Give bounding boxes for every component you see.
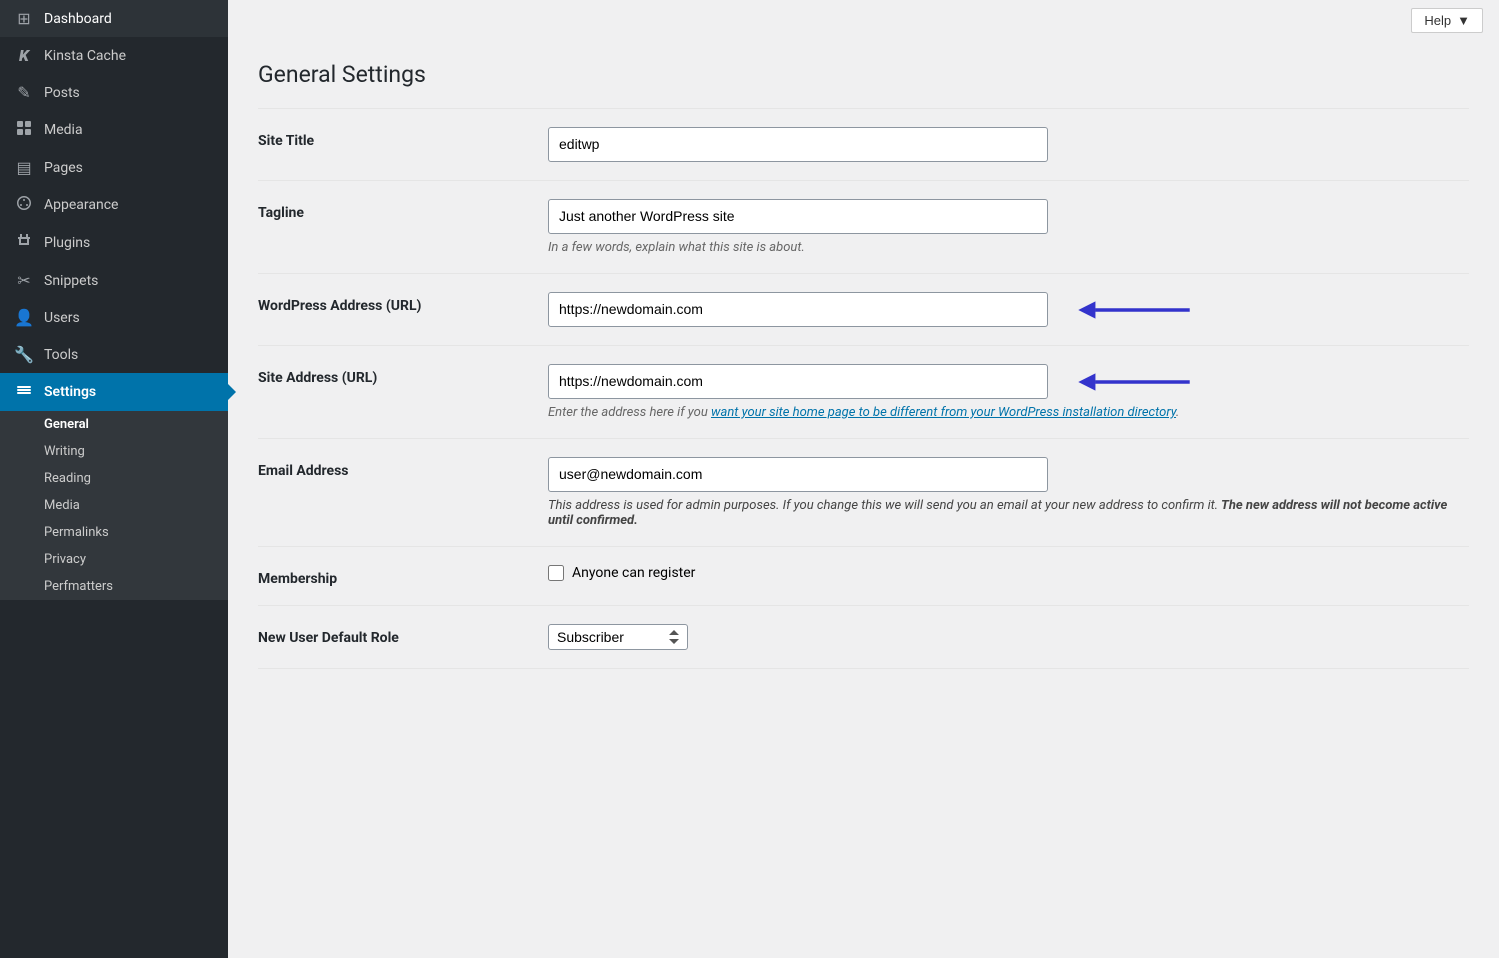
tagline-control: In a few words, explain what this site i…: [548, 199, 1469, 255]
email-help: This address is used for admin purposes.…: [548, 498, 1469, 528]
site-title-row: Site Title: [258, 108, 1469, 181]
sidebar-sub-item-media[interactable]: Media: [0, 492, 228, 519]
membership-checkbox-label: Anyone can register: [572, 565, 695, 581]
new-user-role-select[interactable]: Subscriber: [548, 624, 688, 650]
email-input[interactable]: [548, 457, 1048, 492]
snippets-icon: ✂: [14, 271, 34, 290]
media-icon: [14, 120, 34, 140]
sidebar-item-label: Dashboard: [44, 11, 112, 27]
membership-control: Anyone can register: [548, 565, 1469, 581]
pages-icon: ▤: [14, 158, 34, 177]
sidebar-item-users[interactable]: 👤 Users: [0, 299, 228, 336]
sidebar: ⊞ Dashboard K Kinsta Cache ✎ Posts Media…: [0, 0, 228, 958]
wp-address-label: WordPress Address (URL): [258, 292, 518, 314]
settings-content: General Settings Site Title Tagline In a…: [228, 41, 1499, 958]
sidebar-sub-item-perfmatters[interactable]: Perfmatters: [0, 573, 228, 600]
site-address-blue-arrow: [1074, 370, 1194, 394]
sidebar-item-dashboard[interactable]: ⊞ Dashboard: [0, 0, 228, 37]
sidebar-sub-item-privacy[interactable]: Privacy: [0, 546, 228, 573]
settings-icon: [14, 382, 34, 402]
wp-address-arrow-container: [548, 292, 1469, 327]
site-address-help-after: .: [1176, 405, 1179, 420]
sidebar-item-label: Settings: [44, 384, 96, 400]
sidebar-item-label: Tools: [44, 347, 78, 363]
sidebar-item-media[interactable]: Media: [0, 111, 228, 149]
sidebar-sub-item-reading[interactable]: Reading: [0, 465, 228, 492]
sidebar-item-appearance[interactable]: Appearance: [0, 186, 228, 224]
site-address-arrow-container: [548, 364, 1469, 399]
tools-icon: 🔧: [14, 345, 34, 364]
site-title-label: Site Title: [258, 127, 518, 149]
sidebar-item-label: Plugins: [44, 235, 90, 251]
site-address-input[interactable]: [548, 364, 1048, 399]
sidebar-item-label: Snippets: [44, 273, 98, 289]
appearance-icon: [14, 195, 34, 215]
sidebar-item-plugins[interactable]: Plugins: [0, 224, 228, 262]
wp-address-input[interactable]: [548, 292, 1048, 327]
new-user-role-label: New User Default Role: [258, 624, 518, 646]
membership-label: Membership: [258, 565, 518, 587]
help-label: Help: [1424, 13, 1451, 28]
dashboard-icon: ⊞: [14, 9, 34, 28]
site-address-row: Site Address (URL) Enter the address her…: [258, 346, 1469, 439]
email-help-normal: This address is used for admin purposes.…: [548, 498, 1218, 513]
tagline-label: Tagline: [258, 199, 518, 221]
sidebar-item-label: Media: [44, 122, 83, 138]
tagline-row: Tagline In a few words, explain what thi…: [258, 181, 1469, 274]
topbar: Help ▼: [228, 0, 1499, 41]
site-title-control: [548, 127, 1469, 162]
plugins-icon: [14, 233, 34, 253]
chevron-down-icon: ▼: [1457, 13, 1470, 28]
site-address-help-before: Enter the address here if you: [548, 405, 711, 420]
membership-row: Membership Anyone can register: [258, 547, 1469, 606]
sidebar-sub-item-permalinks[interactable]: Permalinks: [0, 519, 228, 546]
site-address-help-link[interactable]: want your site home page to be different…: [711, 405, 1176, 420]
page-title: General Settings: [258, 61, 1469, 88]
email-label: Email Address: [258, 457, 518, 479]
site-address-control: Enter the address here if you want your …: [548, 364, 1469, 420]
email-control: This address is used for admin purposes.…: [548, 457, 1469, 528]
sidebar-item-posts[interactable]: ✎ Posts: [0, 74, 228, 111]
membership-checkbox-row: Anyone can register: [548, 565, 1469, 581]
sidebar-item-kinsta-cache[interactable]: K Kinsta Cache: [0, 37, 228, 74]
tagline-input[interactable]: [548, 199, 1048, 234]
settings-form: Site Title Tagline In a few words, expla…: [258, 108, 1469, 669]
sidebar-item-pages[interactable]: ▤ Pages: [0, 149, 228, 186]
sidebar-item-settings[interactable]: Settings: [0, 373, 228, 411]
main-content: Help ▼ General Settings Site Title Tagli…: [228, 0, 1499, 958]
new-user-role-control: Subscriber: [548, 624, 1469, 650]
wp-address-row: WordPress Address (URL): [258, 274, 1469, 346]
settings-active-arrow: [226, 382, 236, 402]
tagline-help: In a few words, explain what this site i…: [548, 240, 1469, 255]
site-title-input[interactable]: [548, 127, 1048, 162]
sidebar-item-snippets[interactable]: ✂ Snippets: [0, 262, 228, 299]
site-address-help: Enter the address here if you want your …: [548, 405, 1469, 420]
sidebar-sub-item-writing[interactable]: Writing: [0, 438, 228, 465]
sidebar-item-label: Posts: [44, 85, 80, 101]
sidebar-item-label: Kinsta Cache: [44, 48, 126, 64]
new-user-role-row: New User Default Role Subscriber: [258, 606, 1469, 669]
wp-address-control: [548, 292, 1469, 327]
sidebar-sub-item-general[interactable]: General: [0, 411, 228, 438]
settings-sub-menu: General Writing Reading Media Permalinks…: [0, 411, 228, 600]
kinsta-icon: K: [14, 46, 34, 65]
users-icon: 👤: [14, 308, 34, 327]
email-row: Email Address This address is used for a…: [258, 439, 1469, 547]
sidebar-item-label: Appearance: [44, 197, 118, 213]
membership-checkbox[interactable]: [548, 565, 564, 581]
site-address-label: Site Address (URL): [258, 364, 518, 386]
sidebar-item-label: Pages: [44, 160, 83, 176]
wp-address-blue-arrow: [1074, 298, 1194, 322]
help-button[interactable]: Help ▼: [1411, 8, 1483, 33]
posts-icon: ✎: [14, 83, 34, 102]
sidebar-item-tools[interactable]: 🔧 Tools: [0, 336, 228, 373]
sidebar-item-label: Users: [44, 310, 80, 326]
